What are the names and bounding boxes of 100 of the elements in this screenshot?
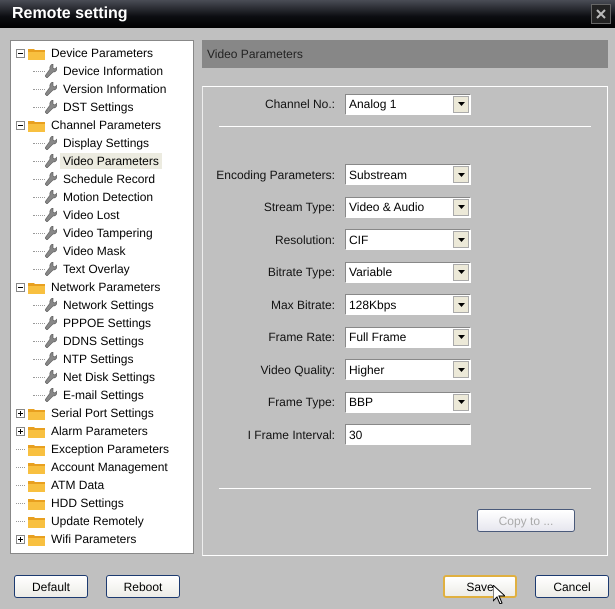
tree-item[interactable]: Exception Parameters bbox=[48, 441, 172, 457]
tree-item[interactable]: Device Information bbox=[60, 63, 166, 79]
close-icon bbox=[596, 9, 606, 19]
dropdown-arrow-icon bbox=[458, 172, 464, 176]
field-label: Resolution: bbox=[274, 232, 336, 246]
dropdown[interactable]: Analog 1 bbox=[345, 94, 471, 114]
footer-button[interactable]: Cancel bbox=[535, 575, 609, 598]
tree-item[interactable]: Schedule Record bbox=[60, 171, 158, 187]
folder-icon bbox=[28, 478, 45, 492]
tree-item[interactable]: Channel Parameters bbox=[48, 117, 164, 133]
tree-item[interactable]: Alarm Parameters bbox=[48, 423, 151, 439]
dropdown[interactable]: 128Kbps bbox=[345, 294, 471, 315]
panel-title: Video Parameters bbox=[207, 47, 303, 61]
wrench-icon bbox=[45, 262, 57, 276]
minus-icon bbox=[18, 284, 23, 290]
folder-icon bbox=[28, 514, 45, 528]
footer-button[interactable]: Default bbox=[14, 575, 88, 598]
wrench-icon bbox=[45, 370, 57, 384]
expander-toggle[interactable] bbox=[16, 282, 25, 292]
tree-item[interactable]: Network Settings bbox=[60, 297, 157, 313]
dropdown[interactable]: CIF bbox=[345, 229, 471, 250]
field-label: I Frame Interval: bbox=[246, 428, 336, 442]
dropdown-arrow-icon bbox=[458, 102, 464, 106]
tree-item[interactable]: Serial Port Settings bbox=[48, 405, 157, 421]
dropdown-arrow-icon bbox=[458, 238, 464, 242]
tree-item[interactable]: NTP Settings bbox=[60, 351, 136, 367]
dropdown[interactable]: Variable bbox=[345, 262, 471, 282]
folder-icon bbox=[28, 46, 45, 60]
tree-item[interactable]: Wifi Parameters bbox=[48, 531, 140, 547]
dropdown[interactable]: Higher bbox=[345, 359, 471, 380]
folder-icon bbox=[28, 442, 45, 456]
folder-icon bbox=[28, 280, 45, 294]
expander-toggle[interactable] bbox=[16, 408, 25, 418]
tree-item[interactable]: Net Disk Settings bbox=[60, 369, 158, 385]
minus-icon bbox=[18, 122, 23, 128]
tree-item[interactable]: HDD Settings bbox=[48, 495, 127, 511]
folder-icon bbox=[28, 496, 45, 510]
tree-item[interactable]: Video Parameters bbox=[60, 153, 162, 169]
tree-item[interactable]: DDNS Settings bbox=[60, 333, 147, 349]
tree-item[interactable]: E-mail Settings bbox=[60, 387, 147, 403]
tree-item[interactable]: DST Settings bbox=[60, 99, 136, 115]
expander-toggle[interactable] bbox=[16, 534, 25, 544]
wrench-icon bbox=[45, 172, 57, 186]
plus-icon bbox=[18, 410, 23, 416]
input-field[interactable]: 30 bbox=[345, 424, 471, 445]
folder-icon bbox=[28, 532, 45, 546]
tree-item[interactable]: Text Overlay bbox=[60, 261, 133, 277]
folder-icon bbox=[28, 406, 45, 420]
mouse-cursor-icon bbox=[493, 585, 505, 604]
dropdown-arrow-icon bbox=[458, 270, 464, 274]
tree-item[interactable]: Account Management bbox=[48, 459, 171, 475]
wrench-icon bbox=[45, 388, 57, 402]
field-label: Channel No.: bbox=[264, 97, 336, 111]
wrench-icon bbox=[45, 190, 57, 204]
footer-button[interactable]: Save bbox=[443, 575, 517, 598]
field-label: Encoding Parameters: bbox=[215, 168, 336, 182]
wrench-icon bbox=[45, 226, 57, 240]
tree-item[interactable]: Motion Detection bbox=[60, 189, 156, 205]
tree-item[interactable]: PPPOE Settings bbox=[60, 315, 154, 331]
dropdown-arrow-icon bbox=[458, 368, 464, 372]
tree-item[interactable]: Device Parameters bbox=[48, 45, 156, 61]
window-title: Remote setting bbox=[12, 5, 128, 23]
folder-icon bbox=[28, 460, 45, 474]
wrench-icon bbox=[45, 64, 57, 78]
expander-toggle[interactable] bbox=[16, 120, 25, 130]
field-label: Frame Type: bbox=[266, 395, 336, 409]
dropdown[interactable]: BBP bbox=[345, 392, 471, 412]
wrench-icon bbox=[45, 334, 57, 348]
wrench-icon bbox=[45, 82, 57, 96]
wrench-icon bbox=[45, 244, 57, 258]
expander-toggle[interactable] bbox=[16, 48, 25, 58]
dropdown[interactable]: Video & Audio bbox=[345, 196, 471, 218]
tree-item[interactable]: Version Information bbox=[60, 81, 170, 97]
dropdown[interactable]: Full Frame bbox=[345, 326, 471, 348]
tree-item[interactable]: Update Remotely bbox=[48, 513, 147, 529]
field-label: Video Quality: bbox=[260, 362, 336, 376]
expander-toggle[interactable] bbox=[16, 426, 25, 436]
dropdown-arrow-icon bbox=[458, 400, 464, 404]
minus-icon bbox=[18, 50, 23, 56]
tree-item[interactable]: Video Mask bbox=[60, 243, 128, 259]
plus-icon bbox=[18, 536, 23, 542]
field-label: Stream Type: bbox=[262, 200, 336, 214]
tree-item[interactable]: Video Lost bbox=[60, 207, 122, 223]
field-label: Bitrate Type: bbox=[266, 265, 336, 279]
tree-item[interactable]: Video Tampering bbox=[60, 225, 156, 241]
dropdown[interactable]: Substream bbox=[345, 164, 471, 185]
wrench-icon bbox=[45, 208, 57, 222]
field-label: Frame Rate: bbox=[267, 330, 336, 344]
tree-item[interactable]: Network Parameters bbox=[48, 279, 164, 295]
wrench-icon bbox=[45, 100, 57, 114]
wrench-icon bbox=[45, 154, 57, 168]
wrench-icon bbox=[45, 136, 57, 150]
wrench-icon bbox=[45, 352, 57, 366]
close-button[interactable] bbox=[591, 4, 611, 24]
footer-button[interactable]: Reboot bbox=[106, 575, 180, 598]
dropdown-arrow-icon bbox=[458, 205, 464, 209]
wrench-icon bbox=[45, 316, 57, 330]
tree-item[interactable]: Display Settings bbox=[60, 135, 152, 151]
dropdown-arrow-icon bbox=[458, 335, 464, 339]
tree-item[interactable]: ATM Data bbox=[48, 477, 108, 493]
